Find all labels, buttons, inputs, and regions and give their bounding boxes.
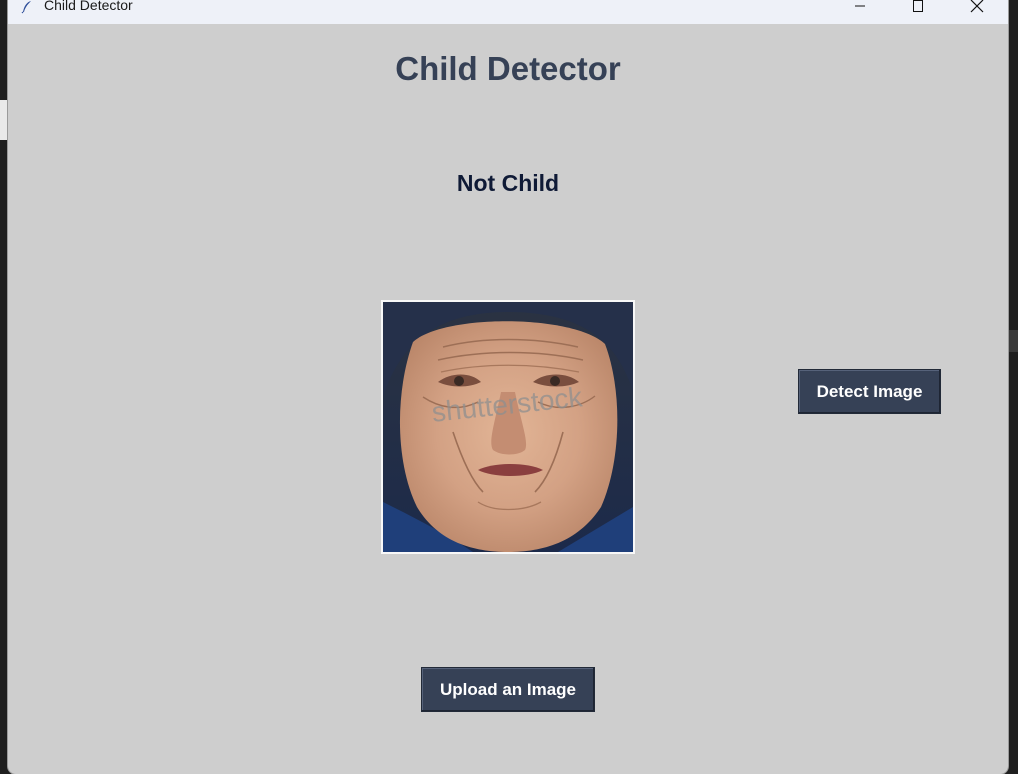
- feather-icon: [20, 0, 34, 14]
- upload-image-button[interactable]: Upload an Image: [421, 667, 595, 712]
- minimize-icon: [855, 5, 865, 7]
- page-title: Child Detector: [395, 50, 621, 87]
- maximize-icon: [913, 0, 923, 12]
- close-button[interactable]: [948, 0, 1006, 24]
- prediction-result-label: Not Child: [456, 170, 560, 196]
- detect-image-button[interactable]: Detect Image: [798, 369, 941, 414]
- window-title: Child Detector: [44, 0, 133, 13]
- minimize-button[interactable]: [831, 0, 889, 24]
- title-bar[interactable]: Child Detector: [8, 0, 1008, 24]
- background-window-edge: [0, 100, 8, 140]
- uploaded-face-image: shutterstock: [383, 302, 633, 552]
- background-window-edge: [1008, 330, 1018, 352]
- desktop: Child Detector Child Detector Not Child: [0, 0, 1018, 774]
- uploaded-image-frame: shutterstock: [381, 300, 635, 554]
- close-icon: [970, 0, 984, 13]
- maximize-button[interactable]: [889, 0, 947, 24]
- app-window: Child Detector Child Detector Not Child: [8, 0, 1008, 774]
